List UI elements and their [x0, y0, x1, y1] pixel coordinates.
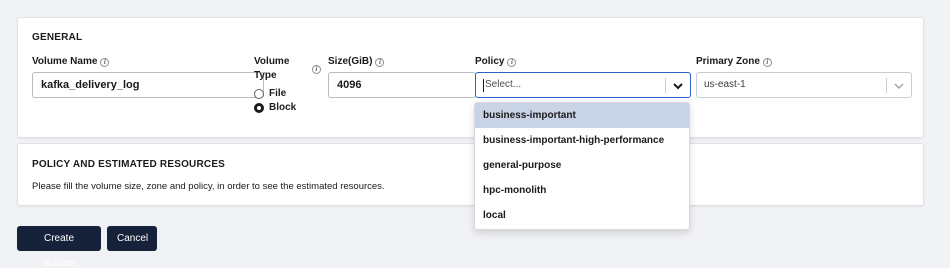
radio-file-label: File	[269, 88, 287, 99]
info-icon[interactable]: i	[762, 58, 772, 67]
primary-zone-label: Primary Zone i	[696, 56, 772, 67]
general-section-title: GENERAL	[32, 32, 83, 43]
policy-resources-section: POLICY AND ESTIMATED RESOURCES Please fi…	[17, 143, 924, 206]
policy-select-placeholder: Select...	[485, 79, 522, 90]
select-separator	[665, 78, 666, 93]
policy-label: Policy i	[475, 56, 517, 67]
chevron-down-icon[interactable]	[893, 80, 905, 92]
volume-type-label-line1: Volume	[254, 56, 290, 67]
policy-resources-hint: Please fill the volume size, zone and po…	[32, 181, 385, 192]
size-label: Size(GiB) i	[328, 56, 385, 67]
primary-zone-select[interactable]: us-east-1	[696, 72, 912, 98]
policy-option[interactable]: business-important	[475, 103, 689, 128]
policy-resources-title: POLICY AND ESTIMATED RESOURCES	[32, 159, 226, 170]
volume-name-label: Volume Name i	[32, 56, 110, 67]
text-caret	[483, 79, 484, 92]
info-icon[interactable]: i	[507, 58, 517, 67]
create-volume-page: GENERAL Volume Name i kafka_delivery_log …	[0, 0, 950, 268]
policy-option[interactable]: local	[475, 203, 689, 228]
size-input[interactable]: 4096	[328, 72, 476, 98]
radio-option-file[interactable]: File	[254, 88, 286, 99]
cancel-button[interactable]: Cancel	[107, 226, 157, 251]
info-icon[interactable]: i	[375, 58, 385, 67]
primary-zone-label-text: Primary Zone	[696, 56, 760, 67]
create-volume-button[interactable]: Create Volume	[17, 226, 101, 268]
size-label-text: Size(GiB)	[328, 56, 373, 67]
select-separator	[886, 78, 887, 93]
info-icon[interactable]: i	[312, 65, 321, 74]
policy-option[interactable]: general-purpose	[475, 153, 689, 178]
policy-label-text: Policy	[475, 56, 505, 67]
radio-file[interactable]	[254, 88, 264, 99]
radio-option-block[interactable]: Block	[254, 102, 296, 113]
policy-option[interactable]: hpc-monolith	[475, 178, 689, 203]
radio-block[interactable]	[254, 102, 264, 113]
volume-name-input[interactable]: kafka_delivery_log	[32, 72, 264, 98]
info-icon[interactable]: i	[100, 58, 110, 67]
policy-option[interactable]: business-important-high-performance	[475, 128, 689, 153]
volume-type-label: Volume Type	[254, 56, 289, 81]
primary-zone-value: us-east-1	[704, 79, 746, 90]
policy-select[interactable]: Select...	[475, 72, 691, 98]
radio-block-label: Block	[269, 102, 297, 113]
general-section: GENERAL Volume Name i kafka_delivery_log …	[17, 17, 924, 138]
volume-name-label-text: Volume Name	[32, 56, 98, 67]
volume-type-label-line2: Type	[254, 70, 277, 81]
policy-dropdown-menu: business-important business-important-hi…	[474, 102, 690, 230]
chevron-down-icon[interactable]	[672, 80, 684, 92]
